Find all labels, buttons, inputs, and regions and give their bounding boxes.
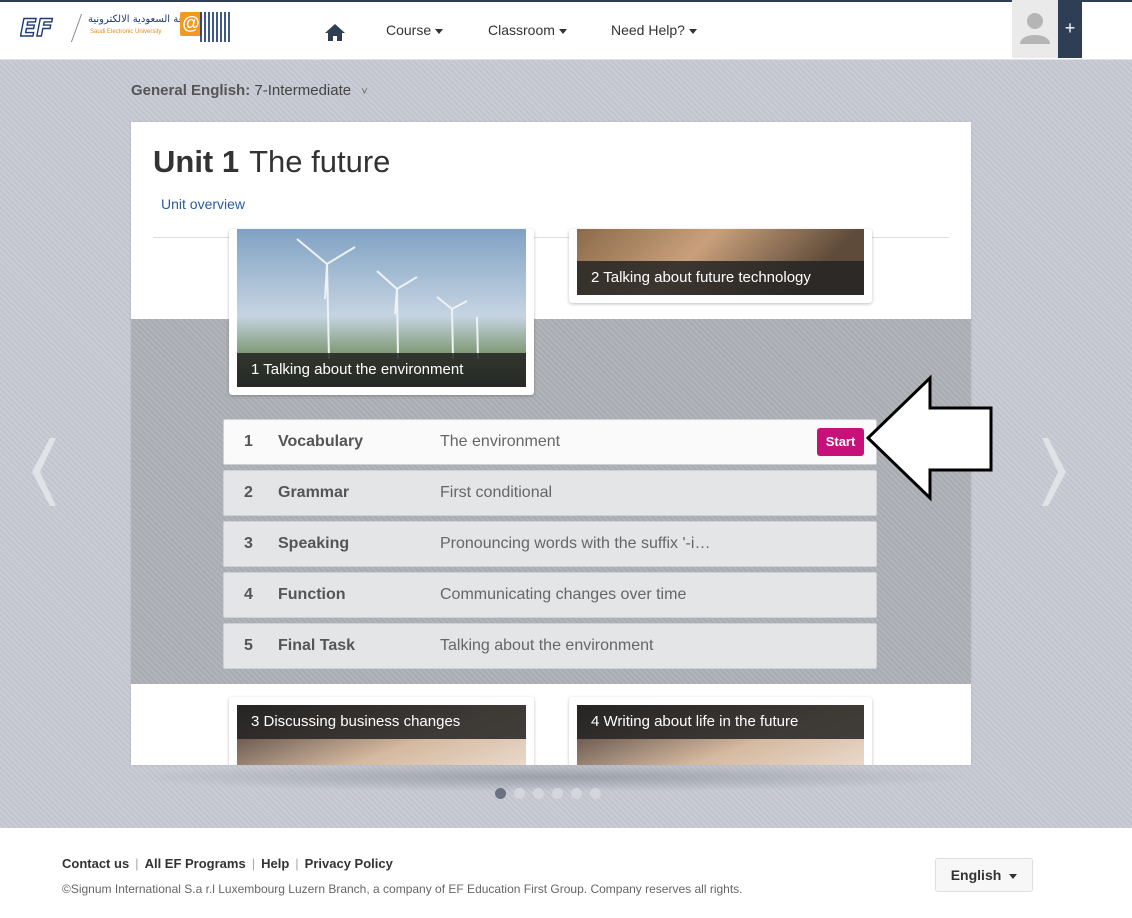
footer: Contact us | All EF Programs | Help | Privacy … xyxy=(0,828,1132,918)
copyright-text: ©Signum International S.a r.l Luxembourg… xyxy=(62,882,743,896)
nav-classroom-menu[interactable]: Classroom xyxy=(488,22,567,38)
footer-separator: | xyxy=(295,856,299,871)
unit-number: Unit 1 xyxy=(153,144,240,179)
university-logo-mark: @ xyxy=(180,12,202,36)
footer-links: Contact us | All EF Programs | Help | Privacy … xyxy=(62,856,393,871)
carousel-pagination xyxy=(495,786,609,800)
user-avatar-icon xyxy=(1020,13,1050,44)
nav-classroom-label: Classroom xyxy=(488,22,555,38)
footer-separator: | xyxy=(251,856,256,871)
footer-link-privacy[interactable]: Privacy Policy xyxy=(305,856,393,871)
lesson-tile-caption: 2 Talking about future technology xyxy=(577,261,864,295)
footer-link-contact[interactable]: Contact us xyxy=(62,856,129,871)
unit-title: Unit 1 The future xyxy=(153,144,390,180)
lesson-title: The environment xyxy=(440,433,561,450)
lesson-tile-4[interactable]: 4 Writing about life in the future xyxy=(569,697,872,765)
caret-down-icon xyxy=(688,28,697,34)
nav-need-help-menu[interactable]: Need Help? xyxy=(611,22,697,38)
pointer-arrow-annotation xyxy=(865,374,993,502)
lesson-number: 2 xyxy=(244,484,253,501)
course-selector-prefix: General English: xyxy=(131,82,251,99)
lesson-row-3[interactable]: 3 Speaking Pronouncing words with the su… xyxy=(223,521,877,567)
nav-course-label: Course xyxy=(386,22,432,38)
carousel-dot-3[interactable] xyxy=(533,788,544,799)
start-button[interactable]: Start xyxy=(817,428,864,456)
lesson-row-2[interactable]: 2 Grammar First conditional xyxy=(223,470,877,516)
lesson-title: Talking about the environment xyxy=(440,637,654,654)
lesson-row-4[interactable]: 4 Function Communicating changes over ti… xyxy=(223,572,877,618)
nav-course-menu[interactable]: Course xyxy=(386,22,444,38)
lesson-tile-3[interactable]: 3 Discussing business changes xyxy=(229,697,534,765)
language-selector[interactable]: English xyxy=(935,858,1033,892)
lesson-activity-list: 1 Vocabulary The environment Start 2 Gra… xyxy=(223,419,877,674)
ef-logo-text: EF xyxy=(20,14,53,41)
lesson-image-technology: 2 Talking about future technology xyxy=(577,229,864,295)
chevron-down-icon: ˅ xyxy=(361,86,368,98)
chevron-left-icon[interactable] xyxy=(22,432,62,512)
carousel-dot-6[interactable] xyxy=(590,788,601,799)
lesson-type: Grammar xyxy=(278,484,350,501)
add-button[interactable]: + xyxy=(1058,0,1082,58)
caret-down-icon xyxy=(558,28,567,34)
top-accent-line xyxy=(0,0,1132,2)
lesson-tile-1[interactable]: 1 Talking about the environment xyxy=(229,229,534,395)
university-logo[interactable]: الجامعة السعودية الالكترونية Saudi Elect… xyxy=(88,12,230,44)
footer-separator: | xyxy=(135,856,139,871)
lesson-image-wind-turbines: 1 Talking about the environment xyxy=(237,229,526,387)
course-selector-value: 7-Intermediate xyxy=(254,82,352,99)
carousel-dot-2[interactable] xyxy=(514,788,525,799)
unit-overview-link[interactable]: Unit overview xyxy=(161,196,245,212)
lesson-type: Final Task xyxy=(278,637,356,654)
language-label: English xyxy=(950,867,1002,883)
lesson-type: Speaking xyxy=(278,535,350,552)
lesson-title: Communicating changes over time xyxy=(440,586,687,603)
lesson-number: 3 xyxy=(244,535,253,552)
university-logo-english: Saudi Electronic University xyxy=(90,29,162,35)
ef-logo[interactable]: EF xyxy=(20,13,68,41)
course-level-selector[interactable]: General English: 7-Intermediate ˅ xyxy=(131,82,368,99)
footer-link-programs[interactable]: All EF Programs xyxy=(145,856,246,871)
caret-down-icon xyxy=(435,28,444,34)
top-navigation-bar: EF الجامعة السعودية الالكترونية Saudi El… xyxy=(0,0,1132,60)
university-logo-pattern xyxy=(200,12,230,42)
lesson-number: 4 xyxy=(244,586,253,603)
lesson-number: 1 xyxy=(244,433,253,450)
lesson-number: 5 xyxy=(244,637,253,654)
carousel-dot-1[interactable] xyxy=(495,788,506,799)
lesson-title: Pronouncing words with the suffix '-i… xyxy=(440,535,711,552)
lesson-row-1[interactable]: 1 Vocabulary The environment Start xyxy=(223,419,877,465)
lesson-image-business: 3 Discussing business changes xyxy=(237,705,526,765)
unit-name: The future xyxy=(249,144,391,179)
lesson-type: Vocabulary xyxy=(278,433,364,450)
carousel-dot-5[interactable] xyxy=(571,788,582,799)
nav-need-help-label: Need Help? xyxy=(611,22,685,38)
lesson-title: First conditional xyxy=(440,484,553,501)
user-avatar[interactable] xyxy=(1012,0,1058,58)
footer-link-help[interactable]: Help xyxy=(261,856,289,871)
lesson-image-future-life: 4 Writing about life in the future xyxy=(577,705,864,765)
caret-down-icon xyxy=(1009,873,1018,879)
lesson-type: Function xyxy=(278,586,346,603)
carousel-dot-4[interactable] xyxy=(552,788,563,799)
chevron-right-icon[interactable] xyxy=(1036,432,1076,512)
unit-card: Unit 1 The future Unit overview 1 Talking… xyxy=(131,122,971,765)
logo-divider xyxy=(70,14,83,42)
lesson-row-5[interactable]: 5 Final Task Talking about the environme… xyxy=(223,623,877,669)
lesson-tile-caption: 1 Talking about the environment xyxy=(237,353,526,387)
lesson-tile-caption: 3 Discussing business changes xyxy=(237,705,526,739)
lesson-tile-caption: 4 Writing about life in the future xyxy=(577,705,864,739)
home-icon[interactable] xyxy=(324,22,346,42)
lesson-tile-2[interactable]: 2 Talking about future technology xyxy=(569,229,872,303)
